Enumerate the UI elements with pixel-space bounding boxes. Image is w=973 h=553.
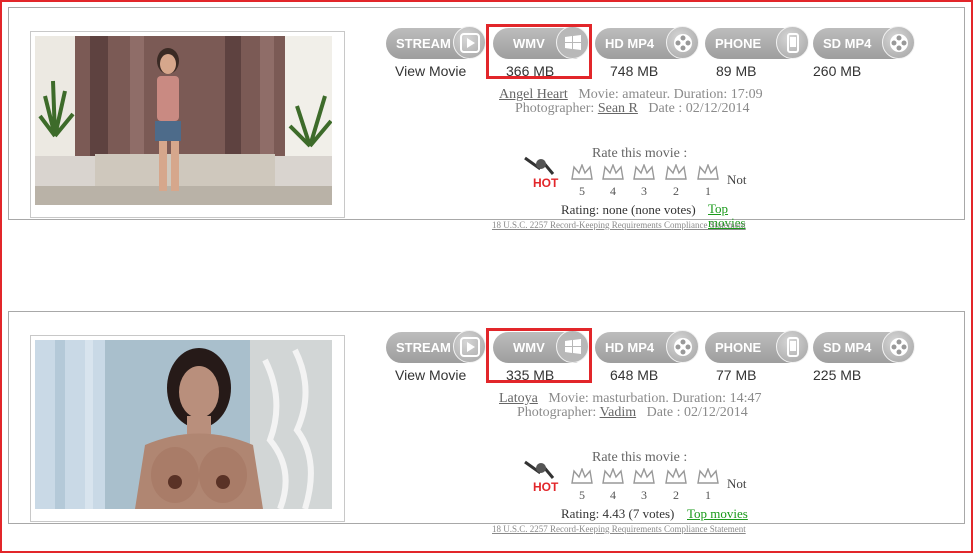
view-movie-link[interactable]: View Movie bbox=[395, 367, 466, 383]
crown-icon[interactable] bbox=[633, 467, 655, 489]
crown-label: 4 bbox=[610, 488, 616, 502]
not-rating-option[interactable]: Not bbox=[727, 476, 747, 492]
crown-icon[interactable] bbox=[697, 163, 719, 185]
sd-mp4-button[interactable]: SD MP4 bbox=[813, 26, 915, 59]
phone-size: 77 MB bbox=[716, 367, 757, 383]
crown-label: 2 bbox=[673, 184, 679, 198]
view-movie-link[interactable]: View Movie bbox=[395, 63, 466, 79]
phone-button[interactable]: PHONE bbox=[705, 330, 809, 363]
stream-button[interactable]: STREAM bbox=[386, 26, 486, 59]
hd-mp4-size: 648 MB bbox=[610, 367, 659, 383]
movie-card: STREAM WMV HD MP4 PHONE SD MP4 View Movi… bbox=[8, 311, 965, 534]
crown-label: 2 bbox=[673, 488, 679, 502]
top-movies-link[interactable]: Top movies bbox=[687, 506, 748, 522]
crown-icon[interactable] bbox=[602, 163, 624, 185]
crown-icon[interactable] bbox=[571, 467, 593, 489]
play-icon bbox=[453, 330, 486, 363]
crown-icon[interactable] bbox=[602, 467, 624, 489]
movie-thumbnail-frame[interactable] bbox=[30, 31, 345, 218]
wmv-size: 366 MB bbox=[506, 63, 555, 79]
crown-icon[interactable] bbox=[665, 467, 687, 489]
compliance-statement-link[interactable]: 18 U.S.C. 2257 Record-Keeping Requiremen… bbox=[492, 524, 746, 534]
sd-mp4-size: 225 MB bbox=[813, 367, 862, 383]
movie-genre-duration: Movie: masturbation. Duration: 14:47 bbox=[548, 391, 762, 406]
photographer-line: Photographer: Vadim Date : 02/12/2014 bbox=[517, 405, 748, 420]
movie-thumbnail[interactable] bbox=[35, 36, 332, 205]
movie-thumbnail[interactable] bbox=[35, 340, 332, 509]
hd-mp4-button[interactable]: HD MP4 bbox=[595, 26, 699, 59]
crown-label: 1 bbox=[705, 184, 711, 198]
crown-icon[interactable] bbox=[697, 467, 719, 489]
movie-date: Date : 02/12/2014 bbox=[648, 101, 750, 116]
compliance-statement-link[interactable]: 18 U.S.C. 2257 Record-Keeping Requiremen… bbox=[492, 220, 746, 230]
crown-label: 5 bbox=[579, 184, 585, 198]
phone-button[interactable]: PHONE bbox=[705, 26, 809, 59]
stream-button[interactable]: STREAM bbox=[386, 330, 486, 363]
phone-icon bbox=[776, 26, 809, 59]
crown-label: 4 bbox=[610, 184, 616, 198]
svg-text:HOT: HOT bbox=[533, 480, 559, 494]
movie-date: Date : 02/12/2014 bbox=[646, 405, 748, 420]
photographer-link[interactable]: Vadim bbox=[600, 405, 637, 420]
hd-mp4-button[interactable]: HD MP4 bbox=[595, 330, 699, 363]
svg-text:HOT: HOT bbox=[533, 176, 559, 190]
model-link[interactable]: Latoya bbox=[499, 391, 538, 406]
hot-badge: HOT bbox=[519, 458, 561, 499]
hot-badge: HOT bbox=[519, 154, 561, 195]
crown-label: 3 bbox=[641, 488, 647, 502]
crown-label: 1 bbox=[705, 488, 711, 502]
rate-title: Rate this movie : bbox=[592, 146, 688, 161]
model-link[interactable]: Angel Heart bbox=[499, 87, 568, 102]
movie-card: STREAM WMV HD MP4 PHONE SD MP4 View Movi… bbox=[8, 7, 965, 230]
phone-icon bbox=[776, 330, 809, 363]
crown-icon[interactable] bbox=[665, 163, 687, 185]
film-reel-icon bbox=[666, 330, 699, 363]
photographer-line: Photographer: Sean R Date : 02/12/2014 bbox=[515, 101, 750, 116]
movie-genre-duration: Movie: amateur. Duration: 17:09 bbox=[578, 87, 763, 102]
wmv-size: 335 MB bbox=[506, 367, 555, 383]
film-reel-icon bbox=[882, 26, 915, 59]
crown-icon[interactable] bbox=[633, 163, 655, 185]
play-icon bbox=[453, 26, 486, 59]
sd-mp4-size: 260 MB bbox=[813, 63, 862, 79]
sd-mp4-button[interactable]: SD MP4 bbox=[813, 330, 915, 363]
rate-title: Rate this movie : bbox=[592, 450, 688, 465]
film-reel-icon bbox=[666, 26, 699, 59]
crown-label: 3 bbox=[641, 184, 647, 198]
not-rating-option[interactable]: Not bbox=[727, 172, 747, 188]
movie-thumbnail-frame[interactable] bbox=[30, 335, 345, 522]
rating-summary: Rating: none (none votes) bbox=[561, 202, 696, 217]
hd-mp4-size: 748 MB bbox=[610, 63, 659, 79]
crown-icon[interactable] bbox=[571, 163, 593, 185]
film-reel-icon bbox=[882, 330, 915, 363]
crown-label: 5 bbox=[579, 488, 585, 502]
photographer-link[interactable]: Sean R bbox=[598, 101, 638, 116]
phone-size: 89 MB bbox=[716, 63, 757, 79]
rating-summary: Rating: 4.43 (7 votes) bbox=[561, 506, 675, 521]
